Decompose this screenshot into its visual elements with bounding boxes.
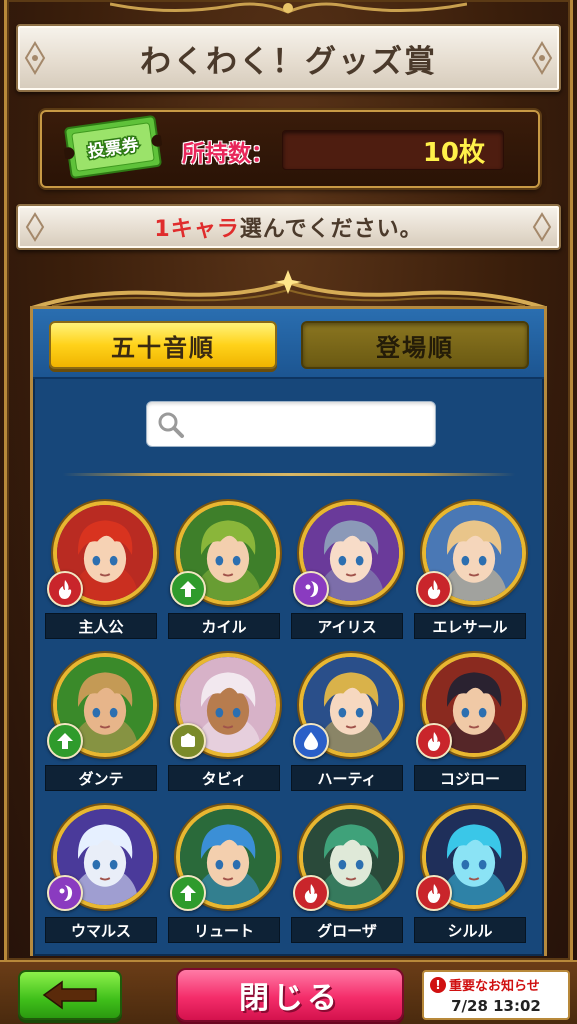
close-button[interactable]: 閉じる — [176, 968, 404, 1022]
tab-label: 五十音順 — [111, 333, 215, 362]
ticket-label: 所持数： — [182, 141, 274, 167]
element-green-wind-icon — [170, 571, 206, 607]
character-name: タビィ — [168, 765, 280, 791]
search-input[interactable] — [191, 410, 427, 440]
element-green-wind-icon — [47, 723, 83, 759]
element-red-fire-icon — [416, 723, 452, 759]
character-name: グローザ — [291, 917, 403, 943]
instruction-banner: 1キャラ選んでください。 — [16, 204, 561, 250]
character-name: ウマルス — [45, 917, 157, 943]
notice-title-text: 重要なお知らせ — [449, 979, 540, 994]
character-name: コジロー — [414, 765, 526, 791]
ornament-right-icon — [531, 41, 553, 75]
instruction-highlight: 1キャラ — [154, 217, 240, 242]
element-green-wind-icon — [170, 875, 206, 911]
ticket-count-box: 10枚 — [282, 130, 504, 170]
element-purple-dark-icon — [47, 875, 83, 911]
vote-ticket-icon: 投票券 — [62, 115, 164, 179]
bottom-bar: 閉じる ! 重要なお知らせ 7/28 13:02 — [0, 960, 577, 1024]
search-icon — [158, 412, 184, 438]
element-red-fire-icon — [47, 571, 83, 607]
character-card[interactable]: ダンテ — [43, 653, 166, 791]
character-card[interactable]: 主人公 — [43, 501, 166, 639]
divider — [63, 473, 515, 476]
character-card[interactable]: リュート — [166, 805, 289, 943]
tab-appearance-order[interactable]: 登場順 — [301, 321, 529, 369]
character-card[interactable]: カイル — [166, 501, 289, 639]
character-name: リュート — [168, 917, 280, 943]
back-button[interactable] — [18, 970, 122, 1020]
character-name: シルル — [414, 917, 526, 943]
character-card[interactable]: ハーティ — [289, 653, 412, 791]
element-red-fire-icon — [293, 875, 329, 911]
character-grid: 主人公 カイル アイリス エレサールダンテ タビィ ハーティ コジローウマルス リュート グロー… — [43, 501, 535, 943]
tab-label: 登場順 — [376, 333, 454, 362]
character-name: ハーティ — [291, 765, 403, 791]
character-card[interactable]: シルル — [412, 805, 535, 943]
character-card[interactable]: ウマルス — [43, 805, 166, 943]
search-field[interactable] — [146, 401, 436, 447]
character-name: 主人公 — [45, 613, 157, 639]
element-red-fire-icon — [416, 875, 452, 911]
ornament-left-icon — [24, 41, 46, 75]
character-name: アイリス — [291, 613, 403, 639]
ticket-panel: 投票券 所持数： 10枚 — [40, 110, 540, 188]
element-purple-dark-icon — [293, 571, 329, 607]
notice-date: 7/28 13:02 — [451, 997, 541, 1015]
ornament-right-icon — [532, 212, 552, 242]
character-name: ダンテ — [45, 765, 157, 791]
element-red-fire-icon — [416, 571, 452, 607]
character-card[interactable]: コジロー — [412, 653, 535, 791]
character-select-panel: 五十音順 登場順 主人公 カイル アイリス エレサールダンテ タビィ ハーティ コジローウマ… — [30, 306, 547, 956]
alert-icon: ! — [430, 976, 446, 993]
character-card[interactable]: タビィ — [166, 653, 289, 791]
instruction-rest: 選んでください。 — [239, 217, 423, 242]
top-ornament — [110, 0, 467, 18]
character-card[interactable]: エレサール — [412, 501, 535, 639]
ornament-left-icon — [25, 212, 45, 242]
arrow-left-icon — [42, 980, 97, 1010]
notice-title: ! 重要なお知らせ — [430, 975, 540, 994]
page-title: わくわく！グッズ賞 — [140, 43, 437, 80]
sort-tabs: 五十音順 登場順 — [33, 309, 544, 379]
element-green-earth-icon — [170, 723, 206, 759]
character-name: カイル — [168, 613, 280, 639]
tab-syllabary-order[interactable]: 五十音順 — [49, 321, 277, 369]
instruction-text: 1キャラ選んでください。 — [154, 211, 422, 243]
character-card[interactable]: グローザ — [289, 805, 412, 943]
character-name: エレサール — [414, 613, 526, 639]
element-blue-water-icon — [293, 723, 329, 759]
title-banner: わくわく！グッズ賞 — [16, 24, 561, 92]
ticket-count: 10枚 — [422, 137, 485, 168]
close-button-label: 閉じる — [239, 981, 341, 1016]
character-card[interactable]: アイリス — [289, 501, 412, 639]
important-notice-button[interactable]: ! 重要なお知らせ 7/28 13:02 — [422, 970, 570, 1020]
